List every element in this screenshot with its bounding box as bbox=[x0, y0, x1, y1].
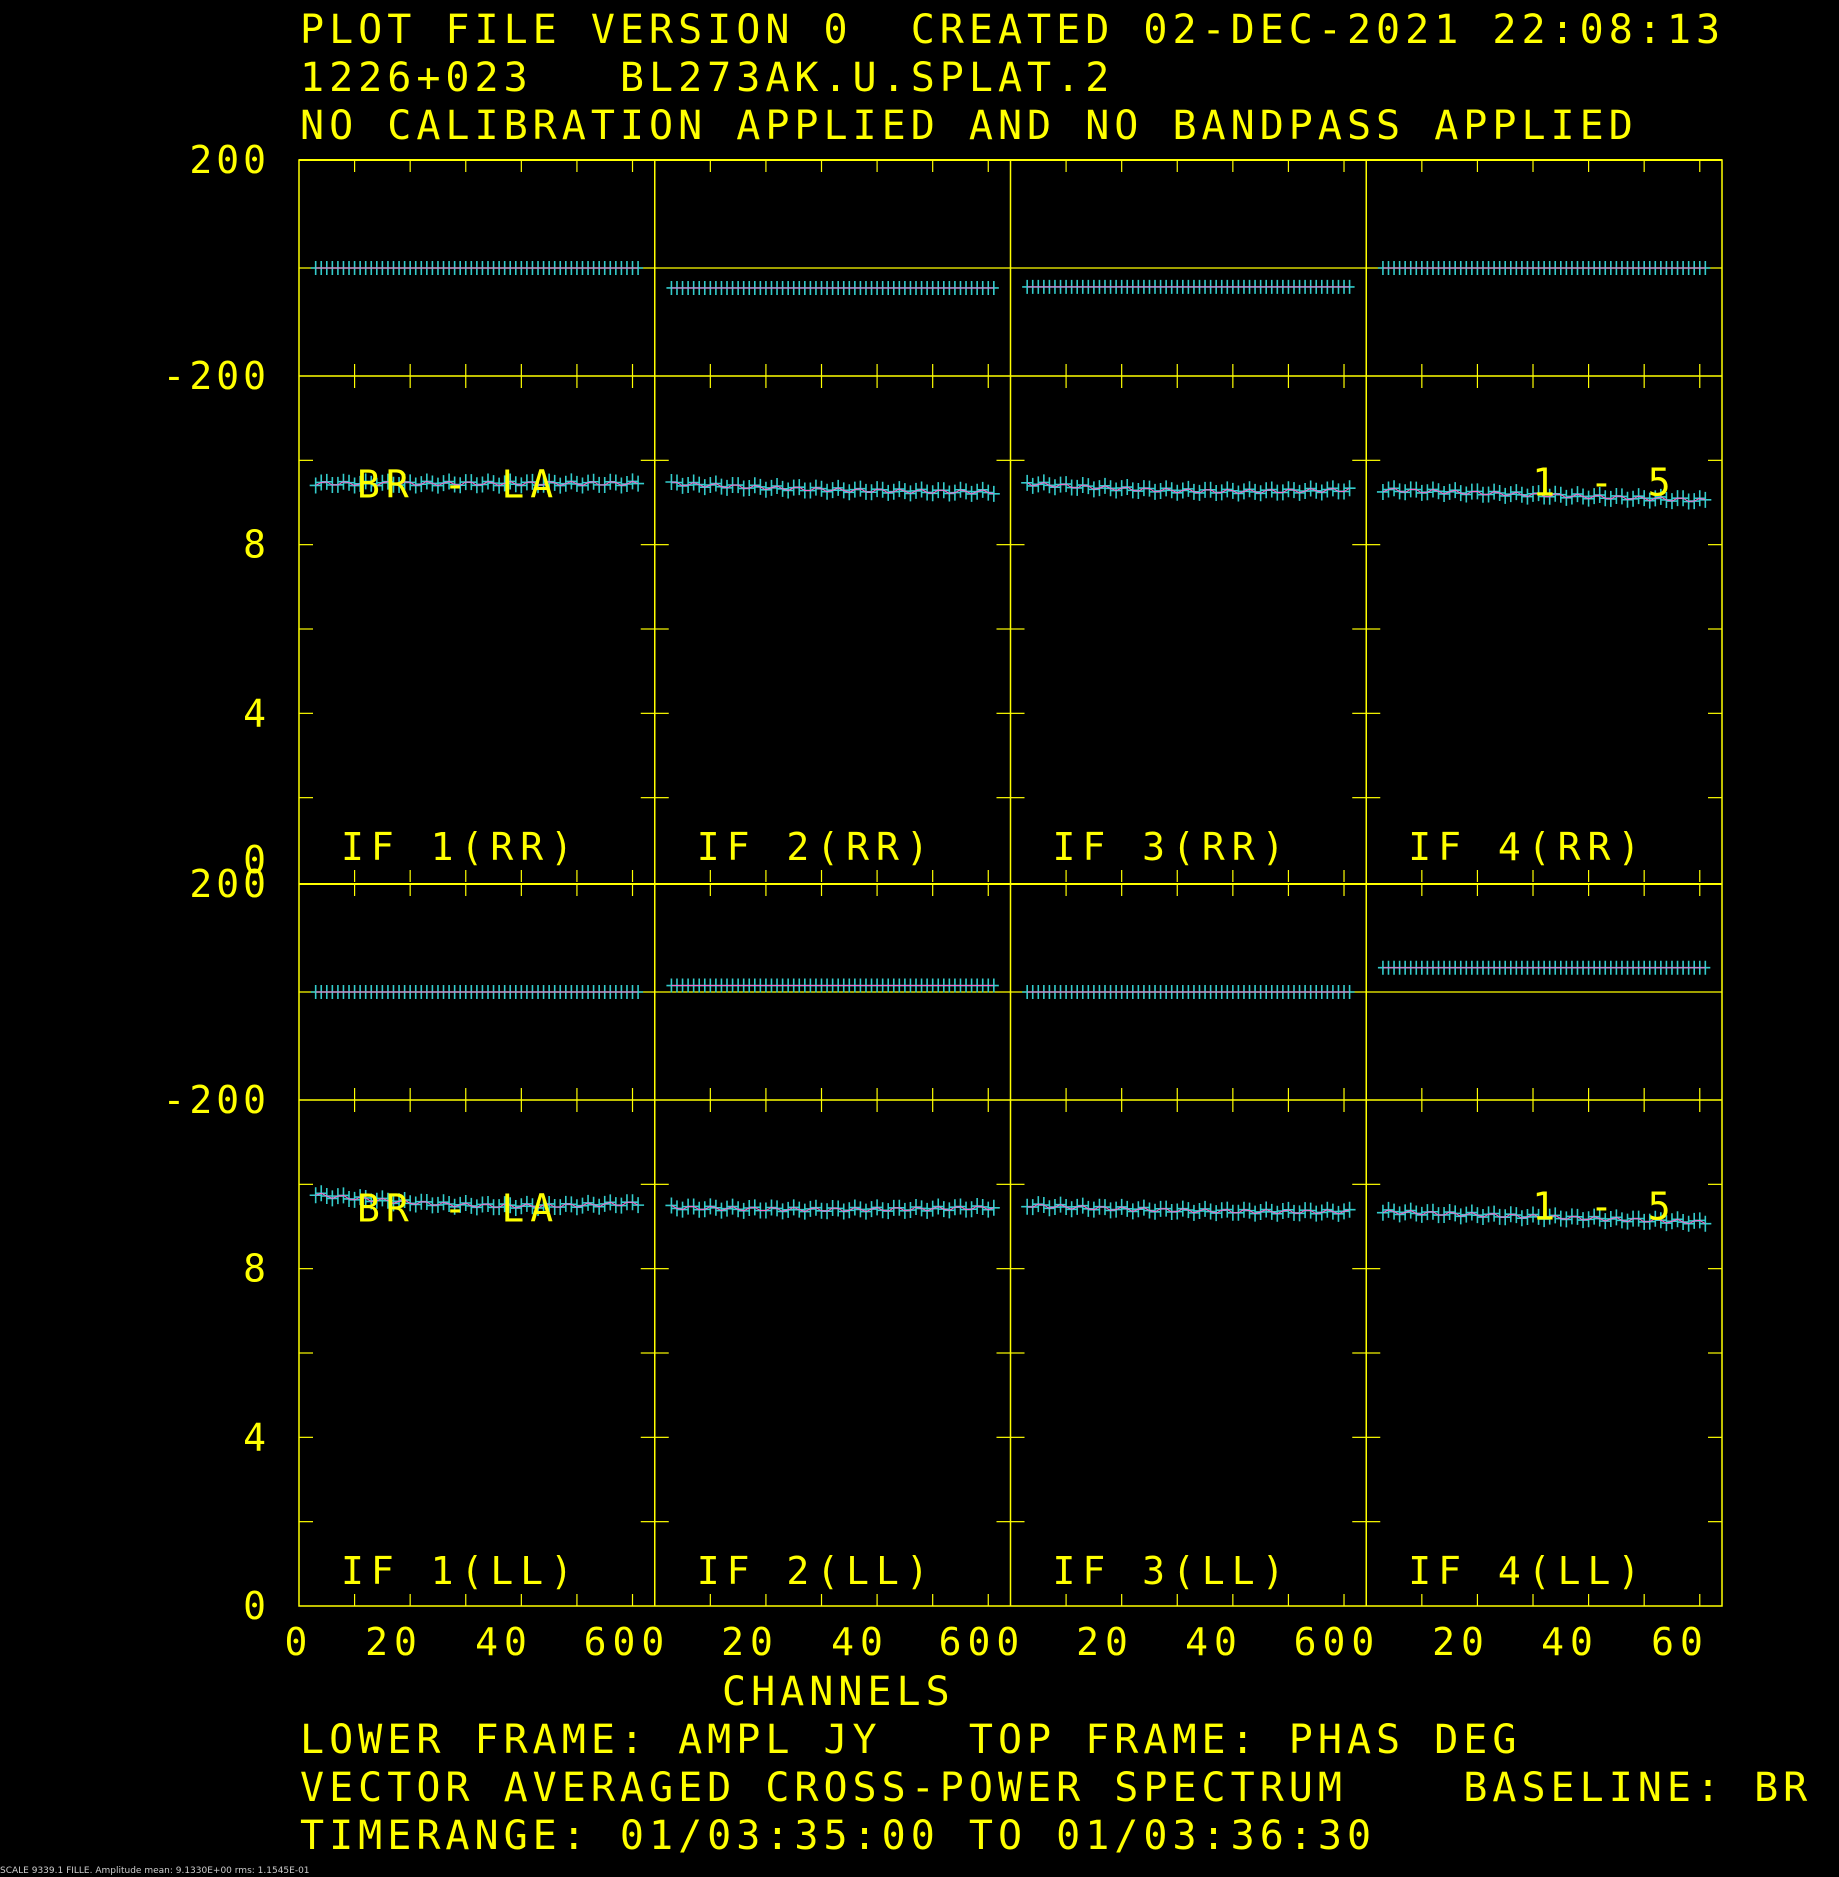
amplitude-points bbox=[1021, 474, 1356, 502]
amp-tick-label: 4 bbox=[243, 1415, 270, 1459]
x-tick-label: 40 bbox=[475, 1620, 533, 1664]
phase-tick-label: 200 bbox=[189, 138, 270, 182]
timerange: TIMERANGE: 01/03:35:00 TO 01/03:36:30 bbox=[300, 1813, 1377, 1859]
if-label: IF 3(LL) bbox=[1053, 1549, 1292, 1593]
if-label: IF 2(LL) bbox=[697, 1549, 936, 1593]
amp-tick-label: 0 bbox=[243, 1584, 270, 1628]
amp-tick-label: 8 bbox=[243, 1247, 270, 1291]
if-label: IF 2(RR) bbox=[697, 825, 936, 869]
x-tick-label: 20 bbox=[365, 1620, 423, 1664]
baseline-label: BR - LA bbox=[357, 463, 559, 507]
amp-tick-label: 4 bbox=[243, 691, 270, 735]
if-label: IF 4(LL) bbox=[1408, 1549, 1647, 1593]
x-tick-label: 600 bbox=[1294, 1620, 1381, 1664]
phase-tick-label: -200 bbox=[162, 1078, 270, 1122]
baseline-label-right: 1 - 5 bbox=[1532, 1184, 1676, 1228]
frame-legend: LOWER FRAME: AMPL JY TOP FRAME: PHAS DEG bbox=[300, 1717, 1522, 1763]
if-label: IF 4(RR) bbox=[1408, 825, 1647, 869]
x-axis-label: CHANNELS bbox=[722, 1669, 955, 1715]
x-tick-label: 0 bbox=[285, 1620, 314, 1664]
scale-note: SCALE 9339.1 FILLE. Amplitude mean: 9.13… bbox=[0, 1866, 310, 1876]
x-tick-label: 20 bbox=[721, 1620, 779, 1664]
spectrum-description: VECTOR AVERAGED CROSS-POWER SPECTRUM BAS… bbox=[300, 1765, 1839, 1811]
x-tick-label: 20 bbox=[1432, 1620, 1490, 1664]
if-label: IF 1(LL) bbox=[341, 1549, 580, 1593]
x-tick-label: 600 bbox=[939, 1620, 1026, 1664]
x-tick-label: 600 bbox=[584, 1620, 671, 1664]
if-label: IF 1(RR) bbox=[341, 825, 580, 869]
if-label: IF 3(RR) bbox=[1053, 825, 1292, 869]
amplitude-points bbox=[665, 473, 1000, 502]
baseline-label: BR - LA bbox=[357, 1187, 559, 1231]
x-tick-label: 40 bbox=[831, 1620, 889, 1664]
phase-tick-label: 200 bbox=[189, 862, 270, 906]
spectrum-plot: 200-200840 IF 1(RR) IF 2(RR) IF 3(RR) IF 4(R… bbox=[162, 138, 1723, 1664]
x-tick-label: 40 bbox=[1541, 1620, 1599, 1664]
amp-tick-label: 8 bbox=[243, 523, 270, 567]
x-tick-label: 40 bbox=[1185, 1620, 1243, 1664]
phase-tick-label: -200 bbox=[162, 354, 270, 398]
x-tick-label: 20 bbox=[1076, 1620, 1134, 1664]
baseline-label-right: 1 - 5 bbox=[1532, 460, 1676, 504]
x-tick-label: 60 bbox=[1651, 1620, 1709, 1664]
